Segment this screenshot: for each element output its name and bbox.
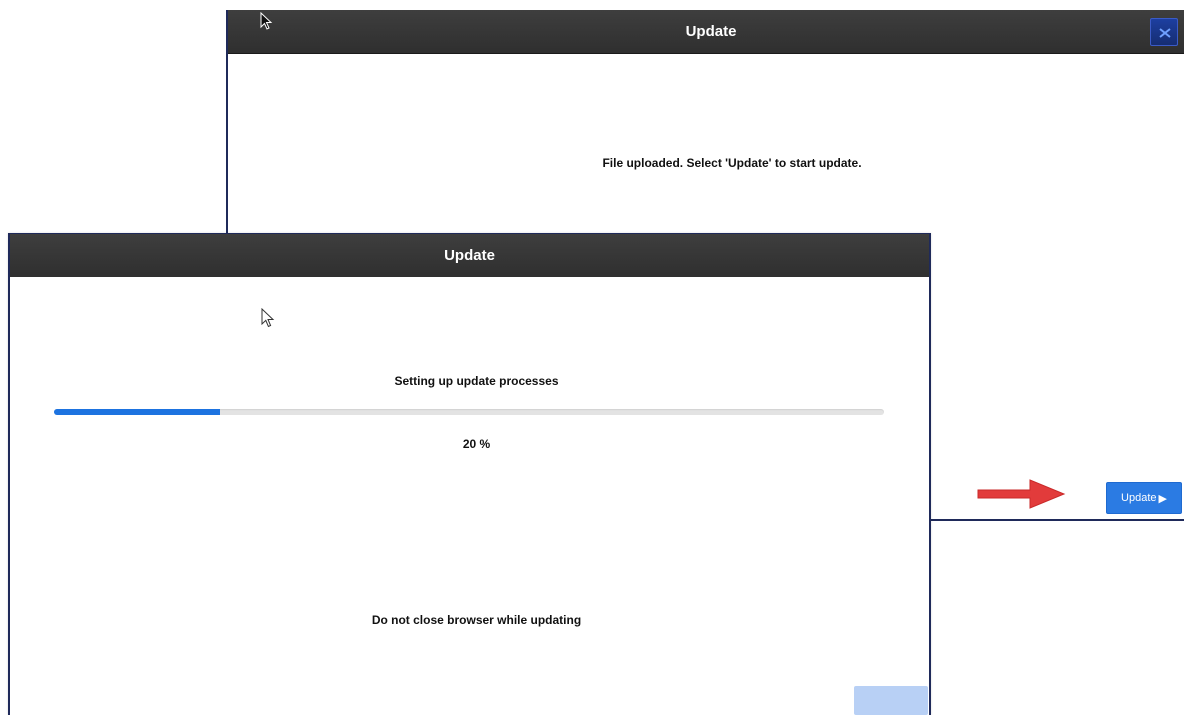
dialog-titlebar: Update [228, 10, 1184, 54]
update-button-disabled [854, 686, 928, 715]
screenshot-stage: Update File uploaded. Select 'Update' to… [0, 0, 1184, 715]
progress-percent: 20 % [462, 437, 491, 451]
progress-bar [54, 409, 884, 415]
update-dialog-front: Update Setting up update processes 20 % … [8, 233, 931, 715]
dialog-title: Update [444, 247, 495, 264]
play-icon: ▶ [1158, 492, 1167, 505]
mouse-cursor-icon [260, 12, 273, 30]
dialog-titlebar: Update [10, 233, 929, 277]
update-button[interactable]: Update ▶ [1106, 482, 1182, 514]
update-status-text: Setting up update processes [394, 374, 559, 388]
progress-bar-fill [54, 409, 220, 415]
mouse-pointer-icon [261, 308, 275, 328]
update-button-label: Update [1121, 492, 1157, 504]
red-arrow-icon [977, 479, 1066, 509]
close-button[interactable] [1150, 18, 1178, 46]
close-icon [1159, 28, 1171, 38]
warning-text: Do not close browser while updating [371, 613, 582, 627]
dialog-title: Update [685, 23, 737, 40]
upload-message: File uploaded. Select 'Update' to start … [602, 156, 862, 170]
